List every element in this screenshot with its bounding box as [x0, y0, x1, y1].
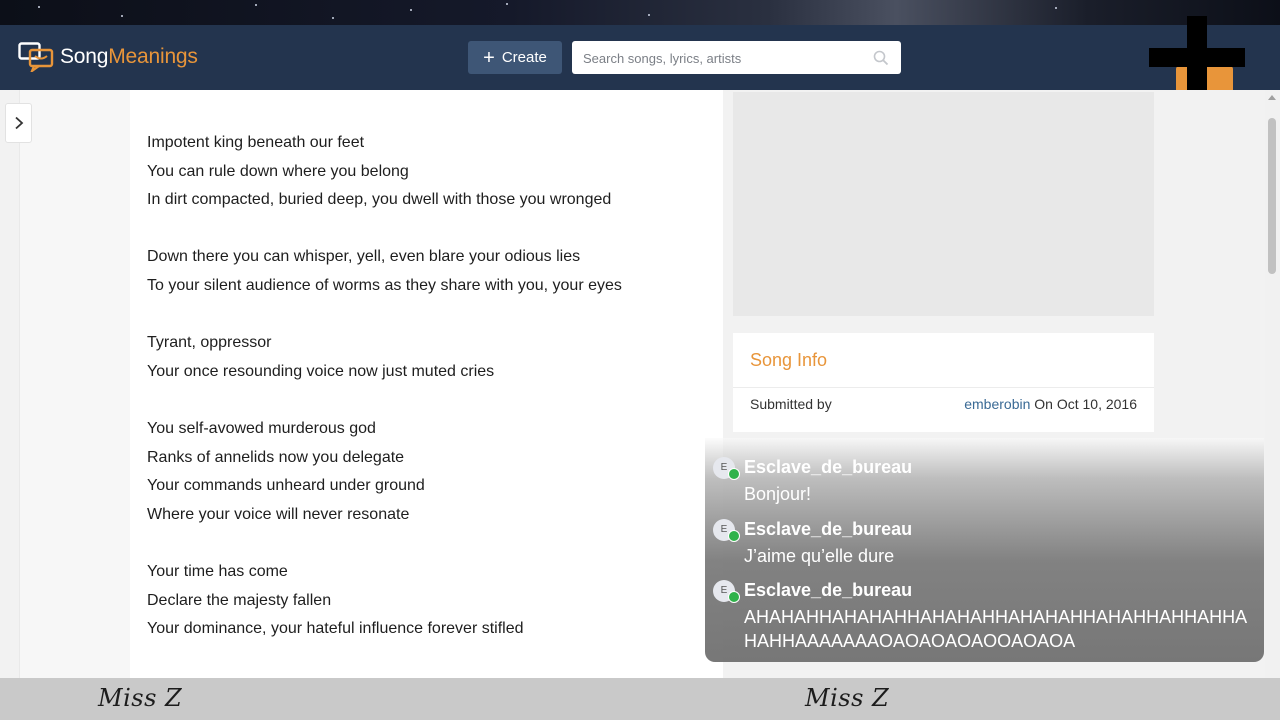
scrollbar-thumb[interactable]	[1268, 118, 1276, 274]
lyric-line: Your commands unheard under ground	[147, 477, 425, 495]
lyric-line: To your silent audience of worms as they…	[147, 276, 622, 294]
scroll-up-arrow-icon[interactable]	[1268, 95, 1276, 100]
site-name: SongMeanings	[60, 45, 198, 68]
chat-text: Bonjour!	[744, 484, 812, 504]
lyric-stanza: Down there you can whisper, yell, even b…	[147, 243, 707, 300]
badge-icon	[728, 591, 740, 603]
ad-placeholder	[733, 92, 1154, 316]
create-button[interactable]: + Create	[468, 41, 562, 74]
sidebar-toggle-button[interactable]	[5, 103, 32, 143]
lyric-line: You can rule down where you belong	[147, 162, 409, 180]
search-box	[572, 41, 901, 76]
lyric-line: Your dominance, your hateful influence f…	[147, 620, 524, 638]
lyrics-body: Impotent king beneath our feet You can r…	[147, 129, 707, 644]
stream-footer-bar	[0, 678, 1280, 720]
watermark-signature: Miss Z	[98, 684, 183, 712]
lyric-line: In dirt compacted, buried deep, you dwel…	[147, 191, 612, 209]
chat-overlay: E Esclave_de_bureau Bonjour! E Esclave_d…	[705, 438, 1264, 662]
lyric-line: Your time has come	[147, 562, 288, 580]
submitted-date: On Oct 10, 2016	[1034, 396, 1137, 412]
speech-bubbles-icon	[18, 42, 54, 72]
divider	[733, 387, 1154, 388]
watermark-signature: Miss Z	[805, 684, 890, 712]
stream-background-strip	[0, 0, 1280, 25]
site-logo[interactable]: SongMeanings	[18, 41, 198, 73]
chat-text: J’aime qu’elle dure	[744, 546, 895, 566]
chat-author: Esclave_de_bureau	[744, 457, 913, 477]
cross-overlay-horizontal	[1149, 48, 1245, 67]
badge-icon	[728, 468, 740, 480]
submitted-by-value: emberobin On Oct 10, 2016	[964, 396, 1137, 412]
navbar: SongMeanings + Create	[0, 25, 1280, 98]
plus-icon: +	[483, 46, 495, 69]
lyric-line: Tyrant, oppressor	[147, 334, 272, 352]
lyric-line: Where your voice will never resonate	[147, 505, 410, 523]
submitter-link[interactable]: emberobin	[964, 396, 1030, 412]
lyric-line: You self-avowed murderous god	[147, 419, 376, 437]
submitted-by-label: Submitted by	[750, 396, 832, 412]
chevron-right-icon	[14, 116, 23, 130]
song-info-title: Song Info	[750, 350, 828, 370]
lyric-line: Impotent king beneath our feet	[147, 134, 365, 151]
chat-author: Esclave_de_bureau	[744, 519, 913, 539]
lyric-line: Down there you can whisper, yell, even b…	[147, 248, 581, 266]
lyric-line: Ranks of annelids now you delegate	[147, 448, 405, 466]
left-gutter	[19, 90, 131, 678]
search-icon[interactable]	[873, 50, 889, 66]
lyric-stanza: Your time has come Declare the majesty f…	[147, 558, 707, 644]
lyric-stanza: Tyrant, oppressor Your once resounding v…	[147, 329, 707, 386]
lyric-stanza: You self-avowed murderous god Ranks of a…	[147, 415, 707, 529]
create-button-label: Create	[501, 49, 547, 66]
lyric-stanza: Impotent king beneath our feet You can r…	[147, 129, 707, 215]
search-input[interactable]	[572, 41, 865, 76]
lyric-line: Your once resounding voice now just mute…	[147, 362, 495, 380]
badge-icon	[728, 530, 740, 542]
chat-author: Esclave_de_bureau	[744, 580, 913, 600]
chat-text: AHAHAHHAHAHAHHAHAHAHHAHAHAHHAHAHHAHHAHHA…	[744, 607, 1248, 651]
lyric-line: Declare the majesty fallen	[147, 591, 332, 609]
song-info-card: Song Info Submitted by emberobin On Oct …	[733, 333, 1154, 432]
